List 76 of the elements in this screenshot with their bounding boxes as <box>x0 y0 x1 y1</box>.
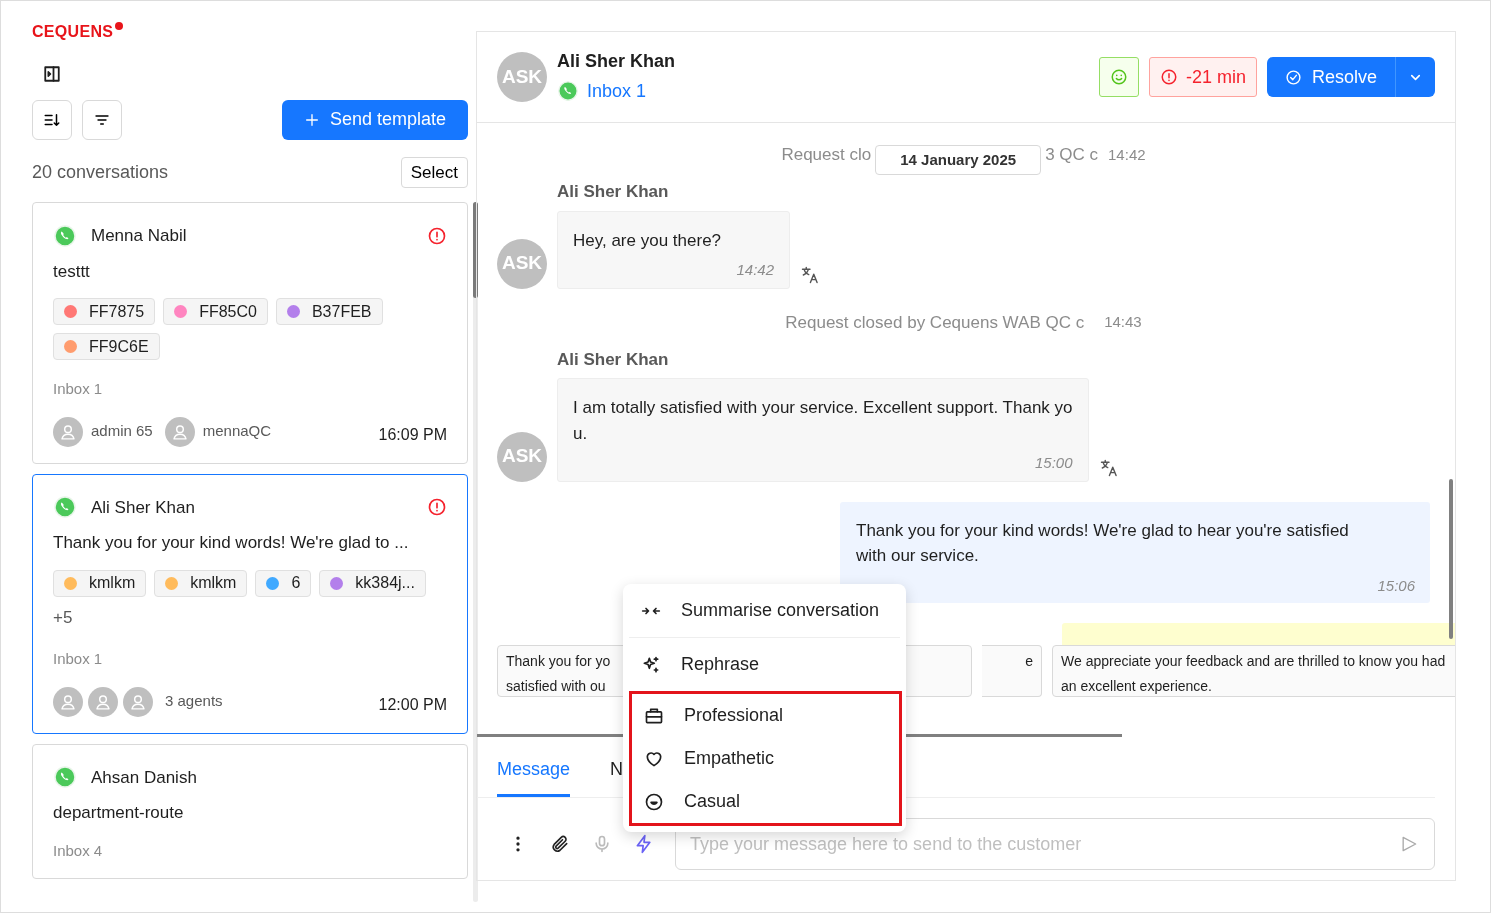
date-badge: 14 January 2025 <box>875 144 1042 176</box>
smiley-icon <box>1109 68 1128 86</box>
scrollbar[interactable] <box>473 202 478 902</box>
message-input[interactable]: Type your message here to send to the customer <box>675 818 1435 870</box>
message-text: Thank you for your kind words! We're glad to hear you're satisfied with our service. <box>856 519 1350 567</box>
message-text: Hey, are you there? <box>573 229 723 252</box>
sender-name: Ali Sher Khan <box>557 181 670 203</box>
tag: FF9C6E <box>53 333 160 360</box>
tag: 6 <box>255 569 312 597</box>
panel-toggle-icon[interactable] <box>43 65 61 83</box>
contact-name: Ahsan Danish <box>91 766 197 789</box>
conversation-count: 20 conversations <box>32 160 169 184</box>
agent-count: 3 agents <box>165 691 223 712</box>
tag: FF85C0 <box>163 298 268 325</box>
agent-name: admin 65 <box>91 421 153 442</box>
plus-icon <box>303 111 320 128</box>
message-preview: Thank you for your kind words! We're glad to ... <box>53 532 410 554</box>
conversation-time: 16:09 PM <box>378 424 447 445</box>
contact-avatar: ASK <box>497 52 547 102</box>
message-time: 15:06 <box>1376 575 1415 596</box>
conversation-card[interactable]: Menna Nabil testtt FF7875 FF85C0 B37FEB FF9C6E Inbox 1 admin 65 mennaQC 16:09 PM <box>32 202 468 464</box>
whatsapp-icon <box>53 765 77 790</box>
message-preview: testtt <box>53 260 91 283</box>
system-message: Request clo <box>781 144 872 167</box>
system-message: 3 QC c <box>1045 144 1099 167</box>
system-message: Request closed by Cequens WAB QC c <box>785 311 1085 334</box>
composer-tab[interactable]: N <box>610 756 624 797</box>
conversation-time: 12:00 PM <box>378 694 447 715</box>
sender-name: Ali Sher Khan <box>557 348 670 371</box>
contact-avatar: ASK <box>497 238 547 289</box>
translate-icon[interactable] <box>800 264 820 285</box>
tag: kmlkm <box>154 569 248 597</box>
check-circle-icon <box>1284 68 1302 86</box>
composer-tab[interactable]: Message <box>497 756 571 797</box>
send-template-button[interactable]: Send template <box>282 99 468 140</box>
whatsapp-icon <box>53 495 77 520</box>
inbox-name: Inbox 1 <box>53 649 104 669</box>
message-time: 14:43 <box>1104 312 1142 333</box>
whatsapp-icon <box>557 80 579 102</box>
filter-button[interactable] <box>82 99 122 140</box>
message-time: 14:42 <box>1108 144 1146 165</box>
message-preview: department-route <box>53 802 185 824</box>
logo: CEQUENS <box>32 20 124 44</box>
inbox-name: Inbox 1 <box>53 379 104 399</box>
sparkle-icon <box>641 654 661 675</box>
suggested-reply[interactable]: e <box>982 645 1042 697</box>
inbox-name: Inbox 4 <box>53 840 104 861</box>
sort-button[interactable] <box>32 99 72 140</box>
contact-name: Menna Nabil <box>91 225 187 247</box>
sla-timer-button[interactable]: -21 min <box>1148 57 1257 97</box>
tag: FF7875 <box>53 298 156 325</box>
contact-name: Ali Sher Khan <box>91 496 195 519</box>
contact-name: Ali Sher Khan <box>557 49 676 73</box>
resolve-options-button[interactable] <box>1395 57 1435 97</box>
resolve-button[interactable]: Resolve <box>1266 57 1395 97</box>
more-tags: +5 <box>53 604 447 630</box>
conversation-card[interactable]: Ahsan Danish department-route Inbox 4 <box>32 743 468 879</box>
agent-name: mennaQC <box>202 421 272 442</box>
select-button[interactable]: Select <box>400 156 468 188</box>
translate-icon[interactable] <box>1098 457 1119 478</box>
attachment-icon[interactable] <box>550 834 570 854</box>
suggested-reply[interactable]: We appreciate your feedback and are thrilled to know you had an excellent experience. <box>1052 645 1455 697</box>
inbox-link[interactable]: Inbox 1 <box>587 77 647 105</box>
message-time: 14:42 <box>735 260 774 280</box>
smiley-icon <box>644 791 664 812</box>
lightning-icon[interactable] <box>634 834 654 854</box>
conversation-card[interactable]: Ali Sher Khan Thank you for your kind words! We're glad to ... kmlkm kmlkm 6 kk384j... +5 Inbox 1 3 agents 12:00 PM <box>32 473 468 734</box>
alert-icon <box>1159 68 1178 86</box>
message-time: 15:00 <box>1034 453 1073 473</box>
tag: B37FEB <box>275 298 383 325</box>
message-text: I am totally satisfied with your service. Excellent support. Thank yo u. <box>573 397 1073 445</box>
tag: kk384j... <box>319 569 426 597</box>
tag: kmlkm <box>53 569 147 597</box>
scrollbar[interactable] <box>1449 479 1453 639</box>
whatsapp-icon <box>53 223 77 248</box>
contact-avatar: ASK <box>497 431 547 482</box>
